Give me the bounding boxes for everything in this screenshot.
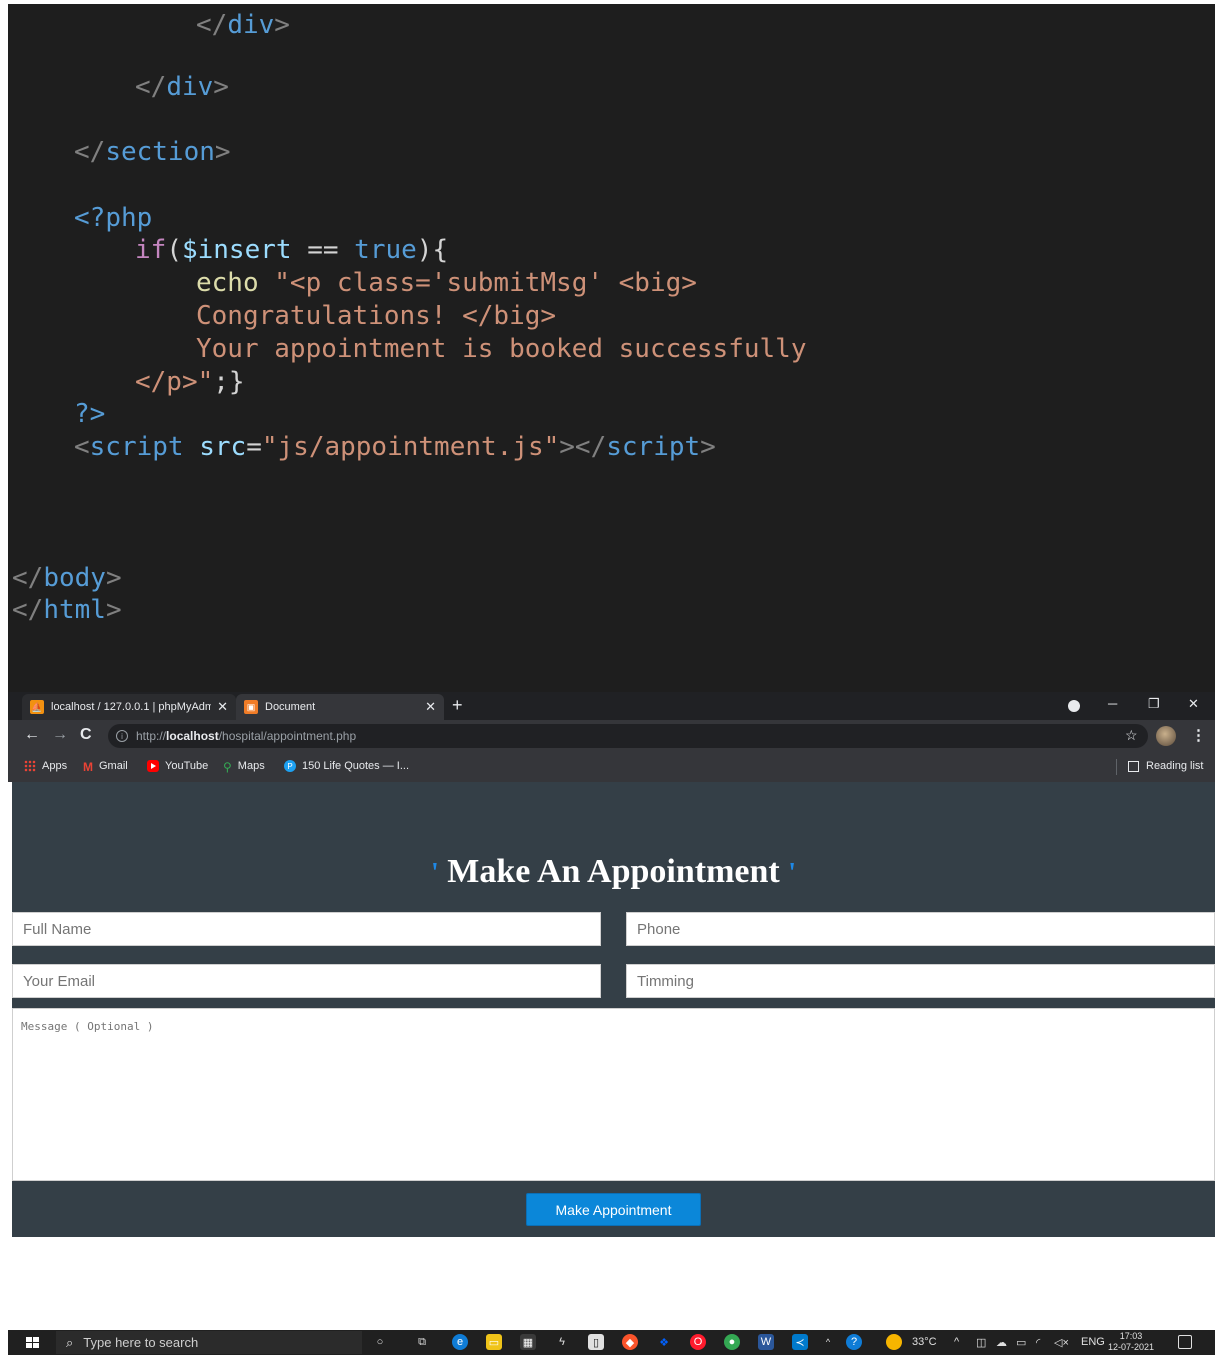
weather-icon[interactable] <box>886 1334 902 1350</box>
info-icon[interactable]: i <box>116 730 128 742</box>
tab-phpmyadmin[interactable]: ⛵ localhost / 127.0.0.1 | phpMyAdm ✕ <box>22 694 236 720</box>
code-line: </section> <box>74 137 231 167</box>
full-name-input[interactable] <box>12 912 601 946</box>
language-indicator[interactable]: ENG <box>1081 1336 1105 1348</box>
code-line: </p>";} <box>135 367 245 397</box>
back-button[interactable]: ← <box>24 726 40 744</box>
store-icon[interactable]: ▦ <box>520 1334 536 1350</box>
chrome-icon[interactable]: ● <box>724 1334 740 1350</box>
volume-muted-icon[interactable]: ◁× <box>1054 1336 1069 1349</box>
overflow-chevron-icon[interactable]: ^ <box>820 1334 836 1350</box>
code-line: <script src="js/appointment.js"></script… <box>74 432 716 462</box>
code-line: </div> <box>196 10 290 40</box>
restore-button[interactable]: ❐ <box>1148 696 1160 712</box>
browser-window: ⛵ localhost / 127.0.0.1 | phpMyAdm ✕ ▣ D… <box>8 692 1215 782</box>
close-window-button[interactable]: ✕ <box>1188 696 1199 712</box>
brave-icon[interactable]: ◆ <box>622 1334 638 1350</box>
tab-search-icon[interactable] <box>1068 700 1080 712</box>
help-icon[interactable]: ? <box>846 1334 862 1350</box>
browser-toolbar: ← → C i http://localhost/hospital/appoin… <box>8 720 1215 752</box>
code-line: echo "<p class='submitMsg' <big> <box>196 268 697 298</box>
phpmyadmin-icon: ⛵ <box>30 700 44 714</box>
code-line: Congratulations! </big> <box>196 301 557 331</box>
close-tab-icon[interactable]: ✕ <box>425 699 436 715</box>
quotes-site-icon: P <box>284 760 296 772</box>
bookmark-star-icon[interactable]: ☆ <box>1125 727 1138 744</box>
code-line: </html> <box>12 595 122 625</box>
phone-input[interactable] <box>626 912 1215 946</box>
tab-title: Document <box>265 701 316 713</box>
bookmark-youtube[interactable]: YouTube <box>147 760 208 772</box>
forward-button[interactable]: → <box>52 726 68 744</box>
reload-button[interactable]: C <box>80 726 92 744</box>
reading-list-icon <box>1128 760 1139 772</box>
maps-pin-icon: ⚲ <box>223 760 232 774</box>
app-icon[interactable]: ϟ <box>554 1334 570 1350</box>
make-appointment-button[interactable]: Make Appointment <box>526 1193 701 1226</box>
bookmark-quotes[interactable]: P 150 Life Quotes — I... <box>284 760 409 772</box>
code-line: </div> <box>135 72 229 102</box>
youtube-icon <box>147 760 159 772</box>
edge-icon[interactable]: e <box>452 1334 468 1350</box>
taskbar-search[interactable]: ⌕ Type here to search <box>56 1331 362 1354</box>
bookmark-maps[interactable]: ⚲ Maps <box>223 760 265 774</box>
close-tab-icon[interactable]: ✕ <box>217 699 228 715</box>
onedrive-icon[interactable]: ☁ <box>996 1336 1007 1349</box>
vscode-icon[interactable]: ≺ <box>792 1334 808 1350</box>
tab-title: localhost / 127.0.0.1 | phpMyAdm <box>51 701 212 713</box>
gmail-icon: M <box>83 760 93 774</box>
email-input[interactable] <box>12 964 601 998</box>
message-textarea[interactable] <box>12 1008 1215 1181</box>
divider <box>1116 759 1117 775</box>
opera-icon[interactable]: O <box>690 1334 706 1350</box>
apps-grid-icon <box>24 760 36 772</box>
weather-text[interactable]: 33°C <box>912 1336 937 1348</box>
bookmarks-bar: Apps M Gmail YouTube ⚲ Maps P 150 Life Q… <box>8 752 1215 782</box>
timing-input[interactable] <box>626 964 1215 998</box>
code-line: ?> <box>74 399 106 429</box>
search-icon: ⌕ <box>66 1334 74 1350</box>
battery-icon[interactable]: ▭ <box>1016 1336 1026 1349</box>
address-bar[interactable]: i http://localhost/hospital/appointment.… <box>108 724 1148 748</box>
dropbox-icon[interactable]: ❖ <box>656 1334 672 1350</box>
bookmark-gmail[interactable]: M Gmail <box>83 760 128 774</box>
bookmark-apps[interactable]: Apps <box>24 760 67 772</box>
code-line: if($insert == true){ <box>135 235 449 265</box>
tab-document[interactable]: ▣ Document ✕ <box>236 694 444 720</box>
menu-icon[interactable]: ⋮ <box>1191 726 1206 744</box>
url-scheme: http:// <box>136 729 167 743</box>
code-editor[interactable]: </div> </div> </section> <?php if($inser… <box>8 4 1215 692</box>
word-icon[interactable]: W <box>758 1334 774 1350</box>
tab-strip: ⛵ localhost / 127.0.0.1 | phpMyAdm ✕ ▣ D… <box>8 692 1215 720</box>
clock[interactable]: 17:03 12-07-2021 <box>1108 1331 1154 1353</box>
cortana-icon[interactable]: ○ <box>372 1334 388 1350</box>
tray-chevron-icon[interactable]: ^ <box>954 1336 959 1348</box>
url-path: /hospital/appointment.php <box>218 729 357 743</box>
wifi-icon[interactable]: ◜ <box>1036 1336 1040 1349</box>
reading-list-button[interactable]: Reading list <box>1128 760 1203 772</box>
notification-icon[interactable] <box>1178 1335 1192 1349</box>
windows-taskbar: ⌕ Type here to search ○ ⧉ e ▭ ▦ ϟ ▯ ◆ ❖ … <box>8 1330 1215 1355</box>
url-host: localhost <box>166 729 219 743</box>
minimize-button[interactable]: ─ <box>1108 696 1117 711</box>
notepad-icon[interactable]: ▯ <box>588 1334 604 1350</box>
document-icon: ▣ <box>244 700 258 714</box>
file-explorer-icon[interactable]: ▭ <box>486 1334 502 1350</box>
code-line: <?php <box>74 203 153 233</box>
windows-start-icon[interactable] <box>26 1337 39 1348</box>
new-tab-button[interactable]: + <box>452 695 463 716</box>
task-view-icon[interactable]: ⧉ <box>414 1334 430 1350</box>
tray-app-icon[interactable]: ◫ <box>976 1336 986 1349</box>
code-line: </body> <box>12 563 122 593</box>
page-title: ' Make An Appointment ' <box>430 853 797 890</box>
code-line: Your appointment is booked successfully <box>196 334 807 364</box>
avatar[interactable] <box>1156 726 1176 746</box>
